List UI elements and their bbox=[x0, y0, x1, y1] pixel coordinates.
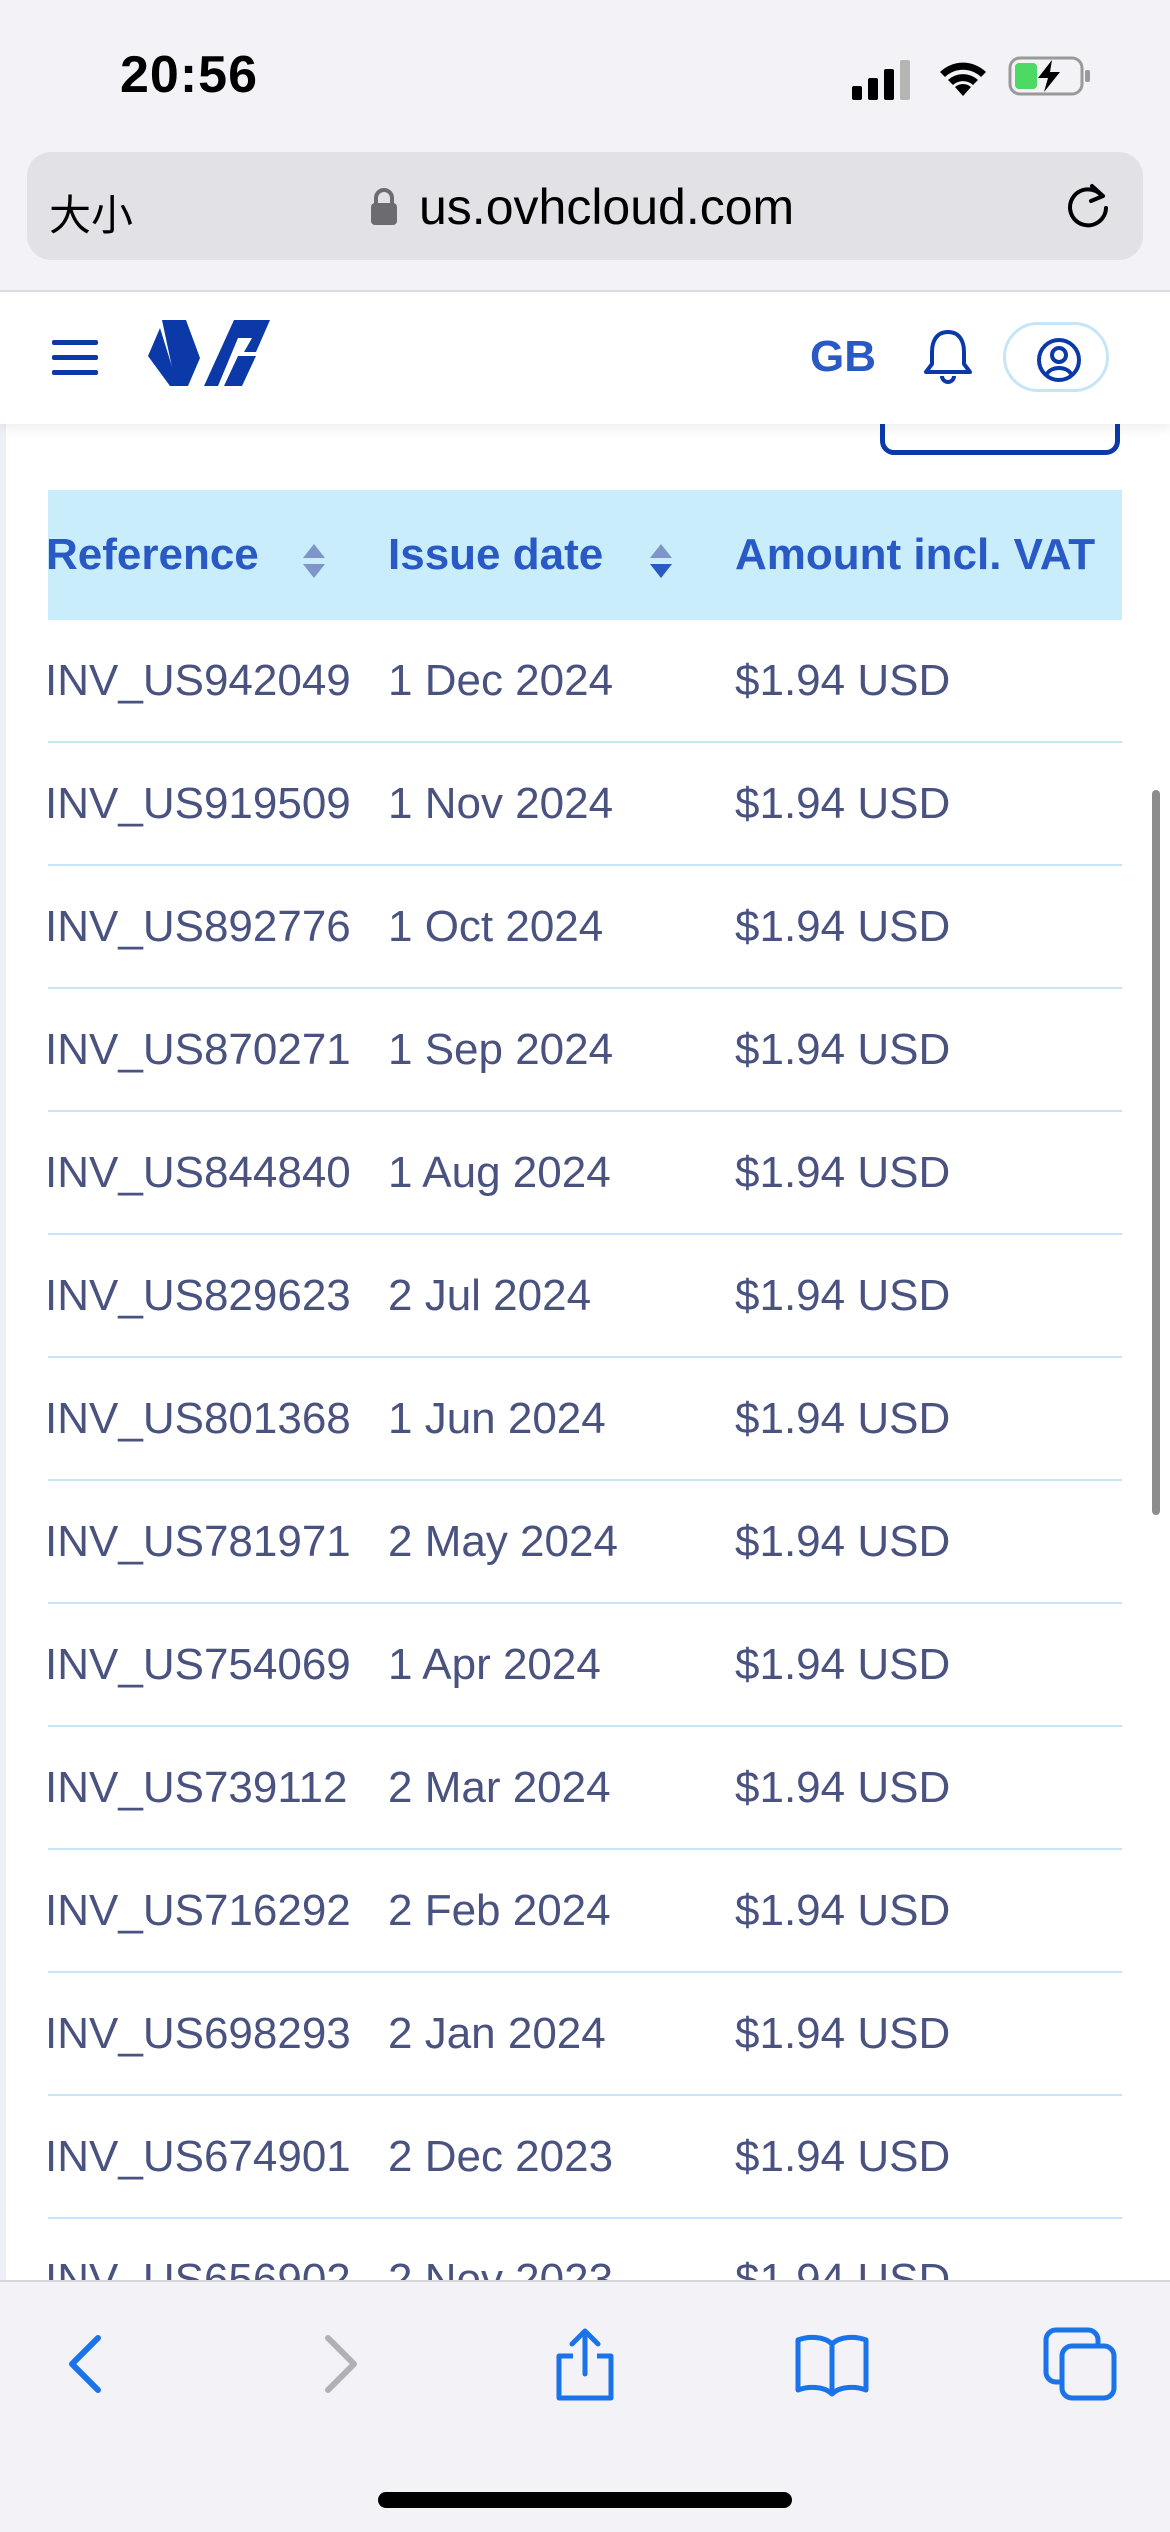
cell-amount: $1.94 USD bbox=[735, 656, 951, 705]
cell-amount: $1.94 USD bbox=[735, 1763, 951, 1812]
table-row[interactable]: INV_US754069 1 Apr 2024 $1.94 USD bbox=[45, 1604, 1122, 1727]
cell-reference[interactable]: INV_US698293 bbox=[45, 2009, 351, 2059]
site-header: GB bbox=[0, 292, 1170, 424]
cell-amount: $1.94 USD bbox=[735, 2009, 951, 2058]
bell-icon[interactable] bbox=[918, 326, 978, 386]
browser-address-area: 大小 us.ovhcloud.com bbox=[0, 150, 1170, 292]
cell-amount: $1.94 USD bbox=[735, 2132, 951, 2181]
invoices-table: Reference Issue date Amount incl. VAT IN… bbox=[45, 490, 1122, 2342]
sort-icon[interactable] bbox=[301, 542, 327, 580]
address-bar[interactable]: 大小 us.ovhcloud.com bbox=[27, 152, 1143, 260]
cell-amount: $1.94 USD bbox=[735, 779, 951, 828]
table-row[interactable]: INV_US829623 2 Jul 2024 $1.94 USD bbox=[45, 1235, 1122, 1358]
table-row[interactable]: INV_US674901 2 Dec 2023 $1.94 USD bbox=[45, 2096, 1122, 2219]
cell-reference[interactable]: INV_US942049 bbox=[45, 656, 351, 706]
forward-icon[interactable] bbox=[298, 2324, 378, 2404]
table-row[interactable]: INV_US781971 2 May 2024 $1.94 USD bbox=[45, 1481, 1122, 1604]
cell-amount: $1.94 USD bbox=[735, 1640, 951, 1689]
back-icon[interactable] bbox=[48, 2324, 128, 2404]
cell-issue-date: 2 Jul 2024 bbox=[388, 1271, 592, 1320]
cell-issue-date: 1 Sep 2024 bbox=[388, 1025, 614, 1074]
cell-reference[interactable]: INV_US716292 bbox=[45, 1886, 351, 1936]
cell-issue-date: 1 Dec 2024 bbox=[388, 656, 614, 705]
wifi-icon bbox=[940, 62, 986, 96]
battery-charging-icon bbox=[1008, 56, 1090, 96]
status-bar: 20:56 bbox=[0, 0, 1170, 150]
table-header: Reference Issue date Amount incl. VAT bbox=[46, 490, 1122, 620]
cell-reference[interactable]: INV_US754069 bbox=[45, 1640, 351, 1690]
cell-amount: $1.94 USD bbox=[735, 1886, 951, 1935]
cell-reference[interactable]: INV_US844840 bbox=[45, 1148, 351, 1198]
table-row[interactable]: INV_US942049 1 Dec 2024 $1.94 USD bbox=[45, 620, 1122, 743]
cell-issue-date: 1 Nov 2024 bbox=[388, 779, 614, 828]
text-size-button[interactable]: 大小 bbox=[49, 182, 133, 243]
cell-issue-date: 2 Dec 2023 bbox=[388, 2132, 614, 2181]
url-text[interactable]: us.ovhcloud.com bbox=[419, 178, 794, 236]
bookmarks-icon[interactable] bbox=[792, 2324, 872, 2404]
browser-toolbar bbox=[0, 2280, 1170, 2532]
cell-issue-date: 1 Apr 2024 bbox=[388, 1640, 601, 1689]
cell-issue-date: 1 Jun 2024 bbox=[388, 1394, 606, 1443]
lock-icon bbox=[371, 188, 397, 225]
cell-issue-date: 2 Mar 2024 bbox=[388, 1763, 611, 1812]
left-edge-shadow bbox=[0, 424, 6, 2284]
cell-amount: $1.94 USD bbox=[735, 1394, 951, 1443]
table-row[interactable]: INV_US739112 2 Mar 2024 $1.94 USD bbox=[45, 1727, 1122, 1850]
language-selector[interactable]: GB bbox=[810, 332, 876, 382]
cell-reference[interactable]: INV_US919509 bbox=[45, 779, 351, 829]
cell-reference[interactable]: INV_US801368 bbox=[45, 1394, 351, 1444]
table-row[interactable]: INV_US919509 1 Nov 2024 $1.94 USD bbox=[45, 743, 1122, 866]
cell-issue-date: 2 Jan 2024 bbox=[388, 2009, 606, 2058]
cell-issue-date: 1 Aug 2024 bbox=[388, 1148, 611, 1197]
cell-amount: $1.94 USD bbox=[735, 1025, 951, 1074]
hamburger-menu-icon[interactable] bbox=[52, 338, 98, 378]
scrollbar-thumb[interactable] bbox=[1152, 790, 1160, 1515]
column-header-amount: Amount incl. VAT bbox=[735, 530, 1096, 579]
cell-reference[interactable]: INV_US892776 bbox=[45, 902, 351, 952]
table-row[interactable]: INV_US698293 2 Jan 2024 $1.94 USD bbox=[45, 1973, 1122, 2096]
cell-reference[interactable]: INV_US781971 bbox=[45, 1517, 351, 1567]
home-indicator bbox=[378, 2492, 792, 2508]
status-time: 20:56 bbox=[120, 46, 258, 104]
cell-reference[interactable]: INV_US674901 bbox=[45, 2132, 351, 2182]
tabs-icon[interactable] bbox=[1040, 2324, 1120, 2404]
table-row[interactable]: INV_US844840 1 Aug 2024 $1.94 USD bbox=[45, 1112, 1122, 1235]
cell-amount: $1.94 USD bbox=[735, 1148, 951, 1197]
column-header-reference[interactable]: Reference bbox=[46, 530, 259, 580]
ovhcloud-logo[interactable] bbox=[148, 318, 272, 388]
cell-reference[interactable]: INV_US829623 bbox=[45, 1271, 351, 1321]
cell-issue-date: 2 May 2024 bbox=[388, 1517, 618, 1566]
cell-issue-date: 2 Feb 2024 bbox=[388, 1886, 611, 1935]
cell-amount: $1.94 USD bbox=[735, 1271, 951, 1320]
table-row[interactable]: INV_US801368 1 Jun 2024 $1.94 USD bbox=[45, 1358, 1122, 1481]
table-row[interactable]: INV_US716292 2 Feb 2024 $1.94 USD bbox=[45, 1850, 1122, 1973]
cell-reference[interactable]: INV_US870271 bbox=[45, 1025, 351, 1075]
cell-amount: $1.94 USD bbox=[735, 902, 951, 951]
cell-amount: $1.94 USD bbox=[735, 1517, 951, 1566]
sort-icon[interactable] bbox=[648, 542, 674, 580]
account-button[interactable] bbox=[1003, 322, 1109, 392]
cell-reference[interactable]: INV_US739112 bbox=[45, 1763, 348, 1813]
cellular-signal-icon bbox=[852, 60, 910, 100]
table-row[interactable]: INV_US870271 1 Sep 2024 $1.94 USD bbox=[45, 989, 1122, 1112]
reload-icon[interactable] bbox=[1062, 180, 1114, 232]
share-icon[interactable] bbox=[545, 2324, 625, 2404]
table-row[interactable]: INV_US892776 1 Oct 2024 $1.94 USD bbox=[45, 866, 1122, 989]
account-icon bbox=[1037, 338, 1081, 382]
cell-issue-date: 1 Oct 2024 bbox=[388, 902, 604, 951]
column-header-issue-date[interactable]: Issue date bbox=[388, 530, 603, 580]
